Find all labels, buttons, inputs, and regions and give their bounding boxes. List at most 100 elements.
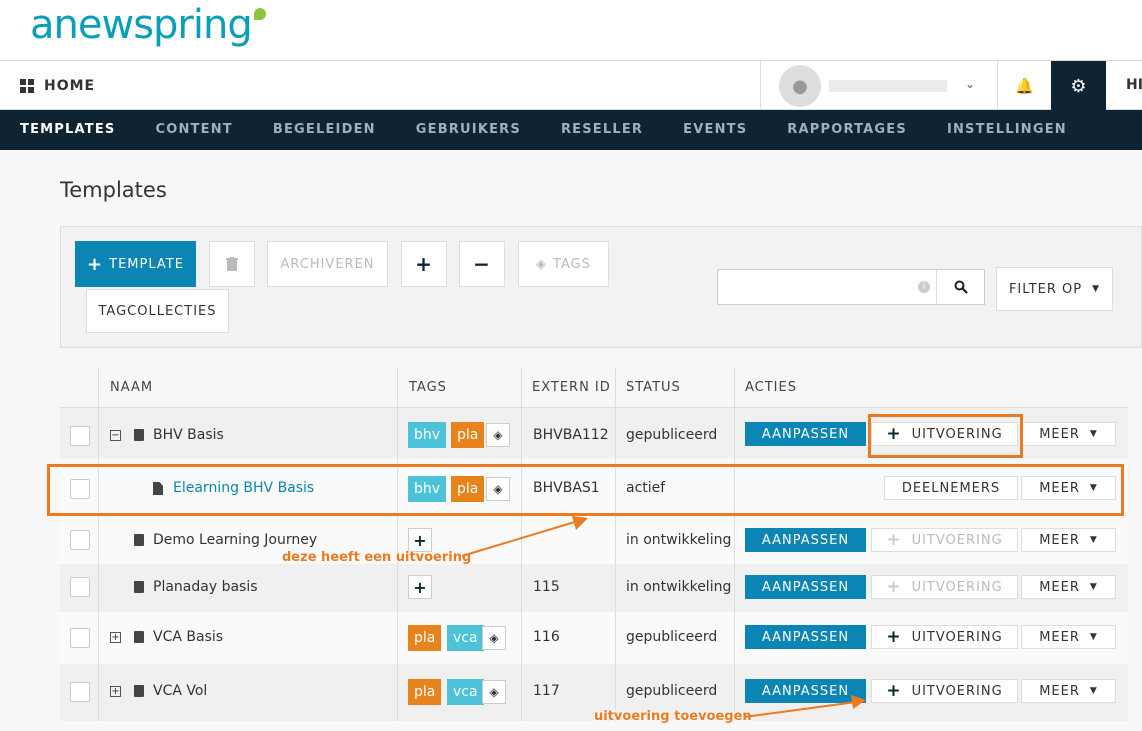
column-divider: [397, 368, 398, 721]
search-input[interactable]: [722, 274, 912, 300]
book-icon: [134, 429, 144, 441]
annotation-add-execution: uitvoering toevoegen: [594, 709, 752, 724]
caret-down-icon: ▼: [1092, 284, 1101, 294]
gear-icon[interactable]: ⚙: [1051, 61, 1106, 111]
search-button[interactable]: [936, 270, 984, 304]
nav-item-rapportages[interactable]: RAPPORTAGES: [787, 110, 907, 150]
row-name[interactable]: VCA Basis: [153, 629, 223, 645]
caret-down-icon: ▼: [1089, 582, 1098, 592]
tag-pla[interactable]: pla: [408, 625, 442, 651]
more-button[interactable]: MEER ▼: [1021, 625, 1116, 649]
header-name[interactable]: NAAM: [110, 368, 153, 408]
nav-item-instellingen[interactable]: INSTELLINGEN: [947, 110, 1067, 150]
user-menu[interactable]: ● ⌄: [760, 61, 997, 111]
column-divider: [521, 368, 522, 721]
archive-button[interactable]: ARCHIVEREN: [267, 241, 388, 287]
avatar-icon: ●: [779, 65, 821, 107]
expand-all-button[interactable]: +: [401, 241, 447, 287]
row-name[interactable]: Demo Learning Journey: [153, 532, 317, 548]
add-execution-label: UITVOERING: [911, 629, 1003, 645]
edit-button[interactable]: AANPASSEN: [745, 625, 866, 649]
plus-icon: +: [87, 253, 104, 275]
tag-vca[interactable]: vca: [447, 625, 484, 651]
tag-pla[interactable]: pla: [451, 422, 485, 448]
trash-icon: [226, 257, 238, 271]
highlight-uitvoering: [868, 414, 1023, 458]
tag-pla[interactable]: pla: [408, 679, 442, 705]
add-template-button[interactable]: + TEMPLATE: [75, 241, 196, 287]
row-extern-id: 117: [533, 683, 560, 699]
tag-vca[interactable]: vca: [447, 679, 484, 705]
home-link[interactable]: HOME: [20, 61, 95, 111]
more-button[interactable]: MEER ▼: [1021, 528, 1116, 552]
tagcollections-button[interactable]: TAGCOLLECTIES: [86, 289, 229, 333]
logo-bar: anewspring: [0, 0, 1142, 60]
expand-icon[interactable]: +: [110, 632, 121, 643]
help-link[interactable]: HI: [1126, 77, 1142, 93]
add-tag-button[interactable]: +: [408, 528, 432, 552]
row-name[interactable]: VCA Vol: [153, 683, 207, 699]
nav-item-reseller[interactable]: RESELLER: [561, 110, 643, 150]
filter-button[interactable]: FILTER OP ▼: [996, 267, 1113, 311]
plus-icon: +: [886, 627, 902, 647]
row-checkbox[interactable]: [70, 682, 90, 702]
book-icon: [134, 685, 144, 697]
tags-button[interactable]: ◈ TAGS: [518, 241, 609, 287]
add-execution-button[interactable]: + UITVOERING: [871, 625, 1018, 649]
nav-item-templates[interactable]: TEMPLATES: [20, 110, 115, 159]
delete-button[interactable]: [209, 241, 255, 287]
edit-button[interactable]: AANPASSEN: [745, 528, 866, 552]
edit-button[interactable]: AANPASSEN: [745, 679, 866, 703]
header-status[interactable]: STATUS: [626, 368, 681, 408]
plus-icon: +: [415, 252, 433, 276]
highlight-elearning-row: [47, 464, 1124, 516]
plus-icon: +: [886, 681, 902, 701]
home-label: HOME: [44, 78, 96, 94]
search-icon: [954, 280, 968, 294]
collapse-all-button[interactable]: −: [459, 241, 505, 287]
more-button[interactable]: MEER ▼: [1021, 575, 1116, 599]
more-label: MEER: [1039, 629, 1080, 645]
book-icon: [134, 581, 144, 593]
bell-icon[interactable]: 🔔: [997, 61, 1051, 111]
add-execution-button[interactable]: + UITVOERING: [871, 528, 1018, 552]
main-nav: TEMPLATES CONTENT BEGELEIDEN GEBRUIKERS …: [0, 110, 1142, 159]
expand-icon[interactable]: +: [110, 686, 121, 697]
nav-item-content[interactable]: CONTENT: [155, 110, 232, 150]
collapse-icon[interactable]: −: [110, 430, 121, 441]
more-button[interactable]: MEER ▼: [1021, 422, 1116, 446]
row-extern-id: 116: [533, 629, 560, 645]
page-title: Templates: [60, 178, 167, 202]
add-tag-button[interactable]: +: [408, 575, 432, 599]
nav-item-begeleiden[interactable]: BEGELEIDEN: [273, 110, 376, 150]
tags-icon[interactable]: ◈: [482, 680, 506, 704]
column-divider: [98, 368, 99, 721]
tag-icon: ◈: [536, 256, 548, 272]
topbar: HOME ● ⌄ 🔔 ⚙ HI: [0, 60, 1142, 111]
add-execution-button[interactable]: + UITVOERING: [871, 679, 1018, 703]
tags-icon[interactable]: ◈: [482, 626, 506, 650]
row-status: gepubliceerd: [626, 683, 718, 699]
filter-label: FILTER OP: [1008, 281, 1083, 297]
add-execution-button[interactable]: + UITVOERING: [871, 575, 1018, 599]
row-checkbox[interactable]: [70, 628, 90, 648]
caret-down-icon: ▼: [1089, 535, 1098, 545]
logo[interactable]: anewspring: [30, 2, 266, 48]
tags-icon[interactable]: ◈: [486, 423, 510, 447]
search-box: i: [717, 269, 985, 305]
row-checkbox[interactable]: [70, 577, 90, 597]
row-checkbox[interactable]: [70, 530, 90, 550]
add-execution-label: UITVOERING: [911, 532, 1003, 548]
nav-item-gebruikers[interactable]: GEBRUIKERS: [416, 110, 521, 150]
column-divider: [734, 368, 735, 721]
nav-item-events[interactable]: EVENTS: [683, 110, 747, 150]
edit-button[interactable]: AANPASSEN: [745, 422, 866, 446]
header-extern-id[interactable]: EXTERN ID: [532, 368, 611, 408]
row-name[interactable]: BHV Basis: [153, 427, 224, 443]
more-button[interactable]: MEER ▼: [1021, 679, 1116, 703]
tag-bhv[interactable]: bhv: [408, 422, 447, 448]
tags-label: TAGS: [553, 256, 591, 272]
edit-button[interactable]: AANPASSEN: [745, 575, 866, 599]
row-checkbox[interactable]: [70, 426, 90, 446]
row-name[interactable]: Planaday basis: [153, 579, 258, 595]
